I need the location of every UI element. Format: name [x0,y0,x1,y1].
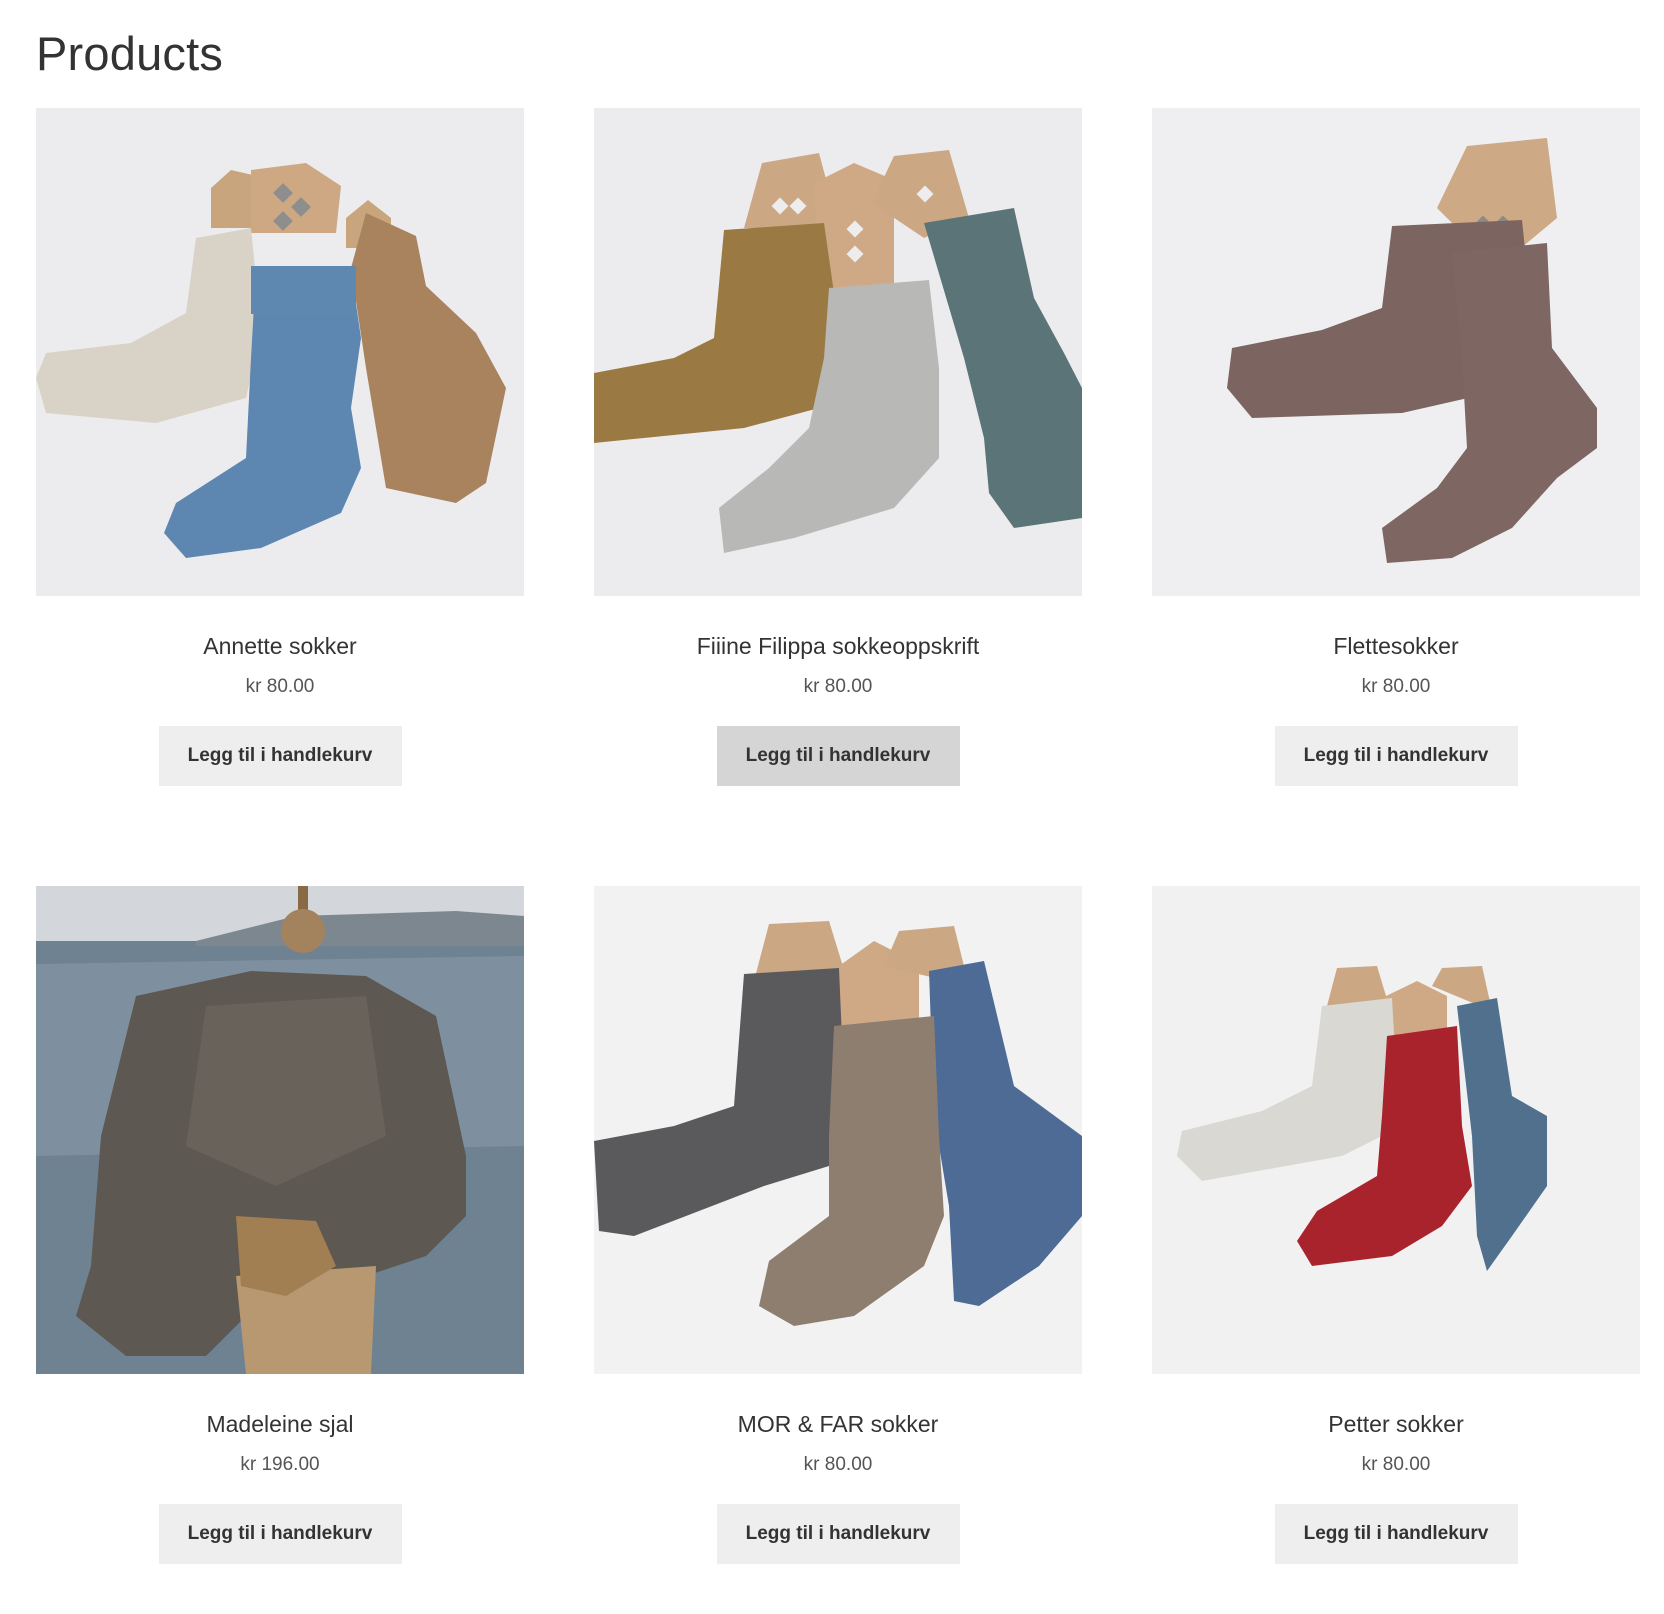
product-image-fiiine-filippa[interactable] [594,108,1082,596]
price-currency: kr [1361,1454,1378,1475]
product-card-mor-far-sokker: MOR & FAR sokker kr 80.00 Legg til i han… [594,886,1082,1564]
product-price: kr 196.00 [36,1453,524,1477]
socks-image [1152,108,1640,596]
product-name[interactable]: Annette sokker [36,631,524,661]
product-image-mor-far-sokker[interactable] [594,886,1082,1374]
price-currency: kr [803,1454,820,1475]
product-image-petter-sokker[interactable] [1152,886,1640,1374]
socks-image [594,108,1082,596]
price-currency: kr [245,676,262,697]
product-price: kr 80.00 [36,675,524,699]
product-card-madeleine-sjal: Madeleine sjal kr 196.00 Legg til i hand… [36,886,524,1564]
price-currency: kr [240,1454,257,1475]
product-card-flettesokker: Flettesokker kr 80.00 Legg til i handlek… [1152,108,1640,786]
product-name[interactable]: Flettesokker [1152,631,1640,661]
add-to-cart-button[interactable]: Legg til i handlekurv [1274,1504,1518,1564]
socks-image [36,108,524,596]
socks-image [1152,886,1640,1374]
add-to-cart-button[interactable]: Legg til i handlekurv [716,1504,960,1564]
shawl-image [36,886,524,1374]
price-currency: kr [1361,676,1378,697]
product-price: kr 80.00 [594,675,1082,699]
page-title: Products [36,27,224,80]
price-amount: 80.00 [824,1454,873,1475]
add-to-cart-button[interactable]: Legg til i handlekurv [158,726,402,786]
product-name[interactable]: MOR & FAR sokker [594,1409,1082,1439]
product-card-fiiine-filippa: Fiiine Filippa sokkeoppskrift kr 80.00 L… [594,108,1082,786]
price-amount: 196.00 [261,1454,320,1475]
add-to-cart-button[interactable]: Legg til i handlekurv [1274,726,1518,786]
product-name[interactable]: Petter sokker [1152,1409,1640,1439]
product-price: kr 80.00 [1152,675,1640,699]
price-amount: 80.00 [1382,1454,1431,1475]
product-name[interactable]: Madeleine sjal [36,1409,524,1439]
price-amount: 80.00 [1382,676,1431,697]
add-to-cart-button[interactable]: Legg til i handlekurv [158,1504,402,1564]
product-image-flettesokker[interactable] [1152,108,1640,596]
product-name[interactable]: Fiiine Filippa sokkeoppskrift [594,631,1082,661]
socks-image [594,886,1082,1374]
add-to-cart-button[interactable]: Legg til i handlekurv [716,726,960,786]
product-price: kr 80.00 [1152,1453,1640,1477]
price-amount: 80.00 [824,676,873,697]
product-price: kr 80.00 [594,1453,1082,1477]
product-card-petter-sokker: Petter sokker kr 80.00 Legg til i handle… [1152,886,1640,1564]
product-card-annette-sokker: Annette sokker kr 80.00 Legg til i handl… [36,108,524,786]
product-image-madeleine-sjal[interactable] [36,886,524,1374]
product-image-annette-sokker[interactable] [36,108,524,596]
price-currency: kr [803,676,820,697]
price-amount: 80.00 [266,676,315,697]
